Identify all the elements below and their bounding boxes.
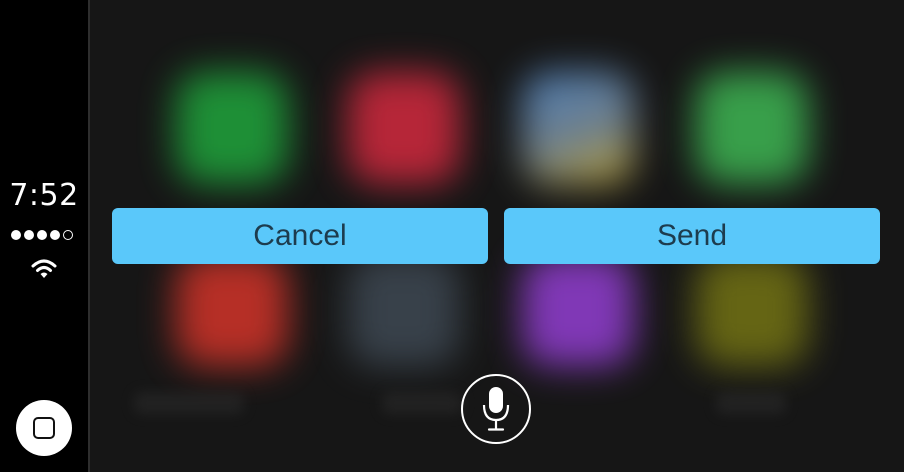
wifi-icon: [30, 257, 58, 281]
app-label-blurred: [382, 392, 462, 414]
app-icon-blurred: [696, 72, 808, 184]
status-rail: 7:52: [0, 0, 88, 472]
app-label-blurred: [134, 392, 244, 414]
signal-dot-empty: [63, 230, 73, 240]
cancel-button[interactable]: Cancel: [112, 208, 488, 264]
siri-button[interactable]: [461, 374, 531, 444]
app-icon-blurred: [522, 72, 634, 184]
carplay-screen: 7:52 Cancel Send: [0, 0, 904, 472]
app-icon-blurred: [176, 72, 288, 184]
microphone-icon: [482, 387, 510, 431]
signal-dot: [24, 230, 34, 240]
signal-dot: [37, 230, 47, 240]
home-square-icon: [33, 417, 55, 439]
app-icon-blurred: [348, 72, 460, 184]
clock: 7:52: [9, 178, 79, 213]
app-icon-blurred: [522, 254, 634, 366]
signal-dot: [11, 230, 21, 240]
send-button[interactable]: Send: [504, 208, 880, 264]
app-icon-blurred: [348, 254, 460, 366]
app-icon-blurred: [696, 254, 808, 366]
app-icon-blurred: [176, 254, 288, 366]
app-label-blurred: [716, 392, 786, 414]
signal-dot: [50, 230, 60, 240]
cellular-signal: [11, 230, 73, 240]
home-button[interactable]: [16, 400, 72, 456]
